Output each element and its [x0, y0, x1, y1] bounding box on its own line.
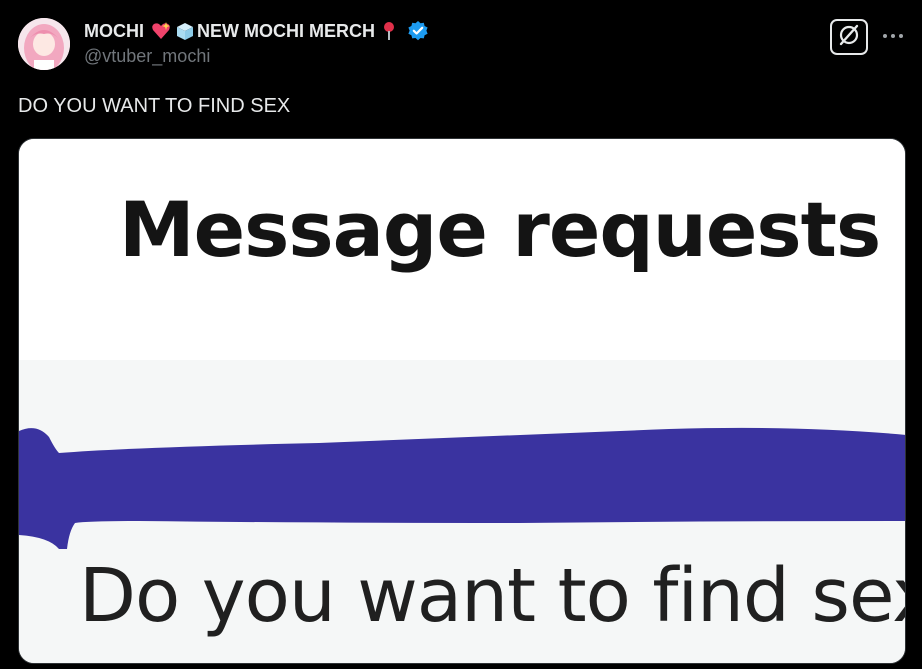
post-media-image[interactable]: Message requests Do you want to find sex — [18, 138, 906, 664]
media-message-text: Do you want to find sex — [79, 553, 906, 639]
media-heading: Message requests — [119, 185, 881, 274]
sparkling-heart-icon — [150, 20, 172, 42]
post-text: DO YOU WANT TO FIND SEX — [18, 95, 291, 117]
avatar[interactable] — [18, 18, 70, 70]
ice-cube-icon — [174, 20, 196, 42]
author-handle[interactable]: @vtuber_mochi — [84, 46, 210, 67]
grok-button[interactable] — [830, 19, 868, 55]
scribble-overlay — [19, 427, 905, 549]
author-display-name[interactable]: MOCHI NEW MOCHI MERCH — [84, 20, 429, 42]
author-name-part2: NEW MOCHI MERCH — [197, 20, 375, 41]
more-options-button[interactable] — [878, 20, 908, 50]
round-pushpin-icon — [378, 20, 400, 42]
more-dots-icon — [882, 26, 904, 44]
verified-badge-icon[interactable] — [407, 20, 429, 42]
author-name-part1: MOCHI — [84, 20, 144, 41]
grok-icon — [837, 23, 861, 52]
